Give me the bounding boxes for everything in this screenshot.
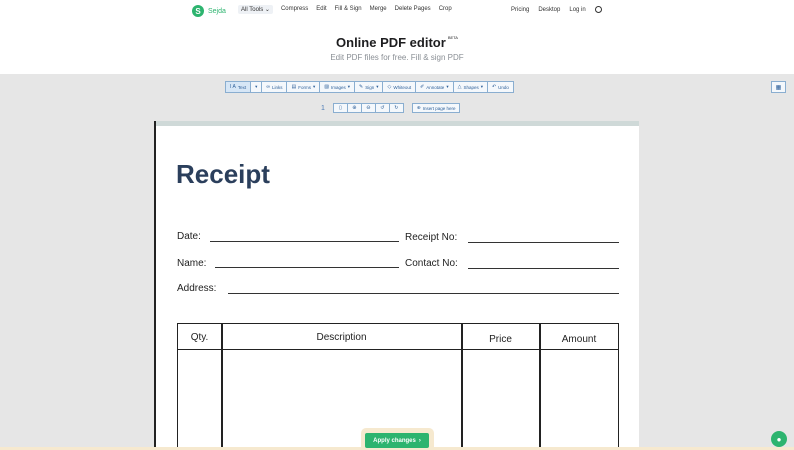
receipt-title: Receipt	[176, 159, 270, 189]
globe-icon[interactable]	[594, 6, 602, 13]
trash-icon: ▯	[339, 105, 342, 111]
top-nav: S Sejda All Tools ⌄ Compress Edit Fill &…	[0, 0, 794, 24]
address-line	[228, 293, 619, 294]
nav-all-tools[interactable]: All Tools ⌄	[238, 5, 273, 14]
caret-down-icon: ▾	[255, 84, 258, 89]
text-icon: I A	[230, 84, 236, 90]
name-line	[215, 267, 399, 268]
sejda-logo[interactable]: S Sejda	[192, 5, 226, 17]
pen-icon: ✎	[358, 84, 364, 90]
text-tool-button[interactable]: I A Text	[225, 81, 252, 93]
nav-edit[interactable]: Edit	[316, 6, 326, 14]
zoom-in-button[interactable]: ⊕	[346, 103, 362, 113]
chat-button[interactable]: ●	[771, 431, 787, 447]
undo-icon: ↶	[491, 84, 497, 90]
name-label: Name:	[177, 258, 207, 269]
zoom-out-icon: ⊖	[366, 105, 371, 111]
annotate-tool-button[interactable]: ✐ Annotate ▾	[415, 81, 454, 93]
eraser-icon: ◇	[387, 84, 392, 90]
nav-fill-sign[interactable]: Fill & Sign	[335, 6, 362, 14]
logo-mark-icon: S	[192, 5, 204, 17]
form-icon: ▤	[291, 84, 297, 90]
caret-down-icon: ▾	[376, 84, 379, 89]
chevron-down-icon: ⌄	[264, 7, 270, 13]
zoom-in-icon: ⊕	[352, 105, 357, 111]
chat-bubble-icon: ●	[776, 434, 782, 444]
page-number: 1	[321, 104, 325, 112]
rotate-left-button[interactable]: ↺	[374, 103, 390, 113]
nav-login[interactable]: Log in	[569, 7, 585, 13]
date-line	[210, 241, 399, 242]
contact-no-label: Contact No:	[405, 258, 458, 269]
nav-crop[interactable]: Crop	[439, 6, 452, 14]
zoom-out-button[interactable]: ⊖	[360, 103, 376, 113]
images-tool-button[interactable]: ▨ Images ▾	[319, 81, 355, 93]
pdf-page[interactable]: Receipt Date: Receipt No: Name: Contact …	[154, 121, 639, 450]
page-top-band	[156, 121, 639, 126]
nav-pricing[interactable]: Pricing	[511, 7, 529, 13]
page-title: Online PDF editor BETA	[336, 35, 458, 50]
insert-page-button[interactable]: ⊕ Insert page here	[411, 103, 461, 113]
apply-changes-bar: Apply changes ›	[361, 428, 434, 450]
page-subtitle: Edit PDF files for free. Fill & sign PDF	[330, 53, 464, 62]
nav-links: All Tools ⌄ Compress Edit Fill & Sign Me…	[238, 5, 452, 14]
caret-down-icon: ▾	[347, 84, 350, 89]
shapes-icon: △	[457, 84, 462, 90]
nav-delete-pages[interactable]: Delete Pages	[395, 6, 431, 14]
date-label: Date:	[177, 231, 201, 242]
link-icon: ∞	[266, 84, 270, 90]
header-qty: Qty.	[190, 332, 209, 343]
rotate-left-icon: ↺	[380, 105, 385, 111]
page-toolbar: 1 ▯ ⊕ ⊖ ↺ ↻ ⊕ Insert page here	[321, 103, 461, 113]
logo-text: Sejda	[208, 7, 226, 15]
shapes-tool-button[interactable]: △ Shapes ▾	[452, 81, 488, 93]
delete-page-button[interactable]: ▯	[332, 103, 348, 113]
rotate-right-button[interactable]: ↻	[388, 103, 404, 113]
receipt-no-line	[468, 242, 619, 243]
marker-icon: ✐	[420, 84, 425, 90]
beta-badge: BETA	[447, 35, 458, 40]
image-icon: ▨	[324, 84, 329, 90]
nav-compress[interactable]: Compress	[281, 6, 308, 14]
caret-down-icon: ▾	[312, 84, 316, 89]
nav-right: Pricing Desktop Log in	[511, 6, 602, 13]
header-price: Price	[489, 334, 512, 345]
plus-circle-icon: ⊕	[416, 105, 421, 110]
address-label: Address:	[177, 283, 217, 294]
nav-desktop[interactable]: Desktop	[538, 7, 560, 13]
forms-tool-button[interactable]: ▤ Forms ▾	[286, 81, 321, 93]
contact-no-line	[468, 268, 619, 269]
editor-toolbar: I A Text ▾ ∞ Links ▤ Forms ▾ ▨ Images ▾ ✎ Sign ▾…	[225, 81, 514, 93]
links-tool-button[interactable]: ∞ Links	[261, 81, 288, 93]
thumbnails-icon: ▦	[775, 84, 782, 91]
apply-changes-button[interactable]: Apply changes ›	[365, 433, 429, 448]
caret-down-icon: ▾	[446, 84, 449, 89]
header-description: Description	[316, 332, 367, 343]
undo-button[interactable]: ↶ Undo	[486, 81, 514, 93]
sidebar-toggle-button[interactable]: ▦	[771, 81, 786, 93]
sign-tool-button[interactable]: ✎ Sign ▾	[353, 81, 384, 93]
whiteout-tool-button[interactable]: ◇ Whiteout	[382, 81, 417, 93]
rotate-right-icon: ↻	[394, 105, 399, 111]
receipt-no-label: Receipt No:	[405, 232, 458, 243]
chevron-right-icon: ›	[418, 437, 421, 444]
caret-down-icon: ▾	[480, 84, 483, 89]
nav-merge[interactable]: Merge	[370, 6, 387, 14]
header-amount: Amount	[561, 334, 597, 345]
